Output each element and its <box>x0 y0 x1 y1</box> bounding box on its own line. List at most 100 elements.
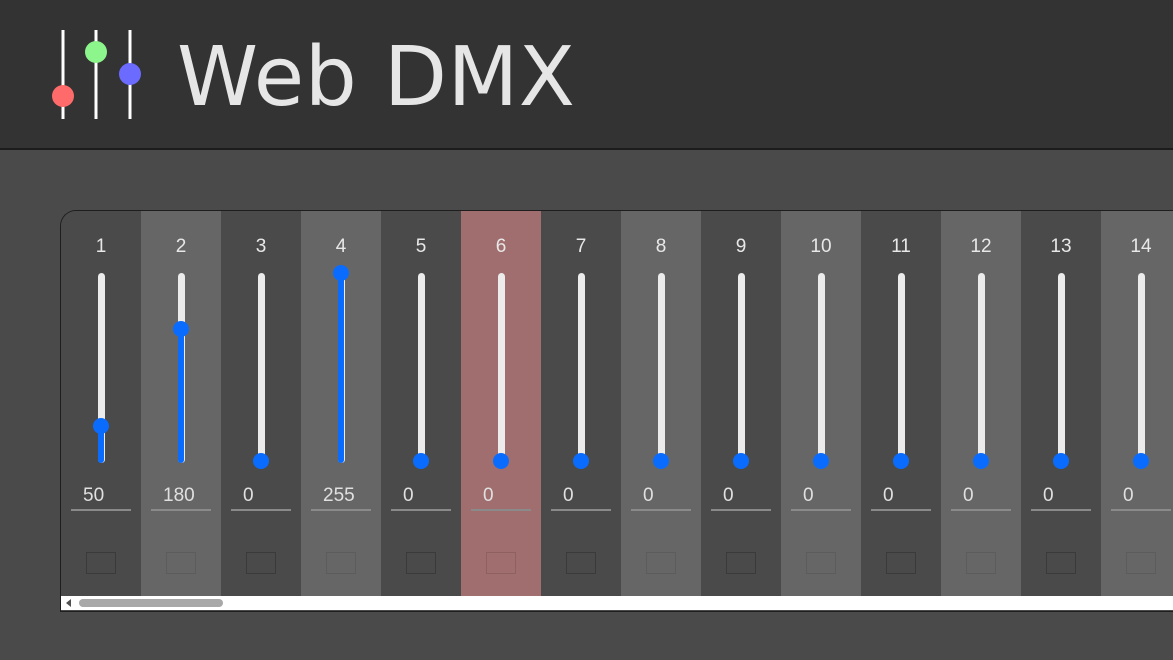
channel-select-checkbox[interactable] <box>886 552 916 574</box>
channel-value-input[interactable] <box>1031 483 1091 511</box>
app-title: Web DMX <box>177 30 576 125</box>
channel-slider[interactable] <box>1133 267 1149 469</box>
channel-value-input[interactable] <box>471 483 531 511</box>
slider-thumb[interactable] <box>973 453 989 469</box>
channel-slider[interactable] <box>1053 267 1069 469</box>
channel-number: 8 <box>655 236 667 257</box>
channel-slider[interactable] <box>893 267 909 469</box>
logo-blue-knob <box>119 63 141 85</box>
slider-fill <box>338 273 344 463</box>
slider-thumb[interactable] <box>413 453 429 469</box>
scroll-left-arrow-icon[interactable] <box>66 599 71 607</box>
channel-value-input[interactable] <box>951 483 1011 511</box>
channel-slider[interactable] <box>653 267 669 469</box>
channel-select-checkbox[interactable] <box>86 552 116 574</box>
channel-9[interactable]: 9 <box>701 211 781 596</box>
channel-select-checkbox[interactable] <box>966 552 996 574</box>
channel-7[interactable]: 7 <box>541 211 621 596</box>
slider-thumb[interactable] <box>1133 453 1149 469</box>
channel-number: 6 <box>495 236 507 257</box>
channel-value-input[interactable] <box>71 483 131 511</box>
channel-slider[interactable] <box>173 267 189 469</box>
channel-12[interactable]: 12 <box>941 211 1021 596</box>
channel-4[interactable]: 4 <box>301 211 381 596</box>
channel-slider[interactable] <box>93 267 109 469</box>
slider-track <box>417 273 425 463</box>
channel-value-input[interactable] <box>631 483 691 511</box>
channel-value-input[interactable] <box>791 483 851 511</box>
channel-number: 1 <box>95 236 107 257</box>
scrollbar-thumb[interactable] <box>79 599 223 607</box>
horizontal-scrollbar[interactable] <box>61 596 1173 610</box>
slider-track <box>577 273 585 463</box>
channel-list: 1234567891011121314 <box>61 211 1173 596</box>
channel-6[interactable]: 6 <box>461 211 541 596</box>
channel-panel: 1234567891011121314 <box>60 210 1173 612</box>
channel-number: 2 <box>175 236 187 257</box>
slider-thumb[interactable] <box>653 453 669 469</box>
slider-fill <box>178 328 184 463</box>
channel-slider[interactable] <box>733 267 749 469</box>
mixer-sliders-logo-icon <box>52 30 141 119</box>
channel-11[interactable]: 11 <box>861 211 941 596</box>
channel-slider[interactable] <box>333 265 349 469</box>
slider-track <box>737 273 745 463</box>
channel-13[interactable]: 13 <box>1021 211 1101 596</box>
channel-number: 9 <box>735 236 747 257</box>
channel-5[interactable]: 5 <box>381 211 461 596</box>
slider-track <box>657 273 665 463</box>
slider-track <box>1137 273 1145 463</box>
slider-thumb[interactable] <box>493 453 509 469</box>
channel-8[interactable]: 8 <box>621 211 701 596</box>
slider-thumb[interactable] <box>253 453 269 469</box>
channel-select-checkbox[interactable] <box>1126 552 1156 574</box>
app-header: Web DMX <box>0 0 1173 150</box>
channel-slider[interactable] <box>813 267 829 469</box>
slider-thumb[interactable] <box>173 320 189 337</box>
channel-14[interactable]: 14 <box>1101 211 1173 596</box>
channel-select-checkbox[interactable] <box>806 552 836 574</box>
channel-value-input[interactable] <box>1111 483 1171 511</box>
channel-slider[interactable] <box>973 267 989 469</box>
slider-thumb[interactable] <box>573 453 589 469</box>
channel-number: 7 <box>575 236 587 257</box>
channel-select-checkbox[interactable] <box>246 552 276 574</box>
slider-thumb[interactable] <box>93 417 109 434</box>
channel-value-input[interactable] <box>311 483 371 511</box>
channel-value-input[interactable] <box>231 483 291 511</box>
channel-1[interactable]: 1 <box>61 211 141 596</box>
channel-number: 3 <box>255 236 267 257</box>
channel-select-checkbox[interactable] <box>1046 552 1076 574</box>
channel-value-input[interactable] <box>151 483 211 511</box>
slider-thumb[interactable] <box>733 453 749 469</box>
channel-3[interactable]: 3 <box>221 211 301 596</box>
channel-slider[interactable] <box>413 267 429 469</box>
channel-value-input[interactable] <box>551 483 611 511</box>
channel-select-checkbox[interactable] <box>726 552 756 574</box>
channel-2[interactable]: 2 <box>141 211 221 596</box>
channel-slider[interactable] <box>573 267 589 469</box>
slider-track <box>257 273 265 463</box>
channel-slider[interactable] <box>493 267 509 469</box>
channel-select-checkbox[interactable] <box>646 552 676 574</box>
channel-number: 13 <box>1050 236 1072 257</box>
channel-select-checkbox[interactable] <box>406 552 436 574</box>
channel-number: 12 <box>970 236 992 257</box>
channel-select-checkbox[interactable] <box>566 552 596 574</box>
slider-track <box>977 273 985 463</box>
slider-thumb[interactable] <box>893 453 909 469</box>
slider-thumb[interactable] <box>1053 453 1069 469</box>
channel-select-checkbox[interactable] <box>486 552 516 574</box>
channel-value-input[interactable] <box>711 483 771 511</box>
channel-10[interactable]: 10 <box>781 211 861 596</box>
slider-thumb[interactable] <box>813 453 829 469</box>
channel-number: 14 <box>1130 236 1152 257</box>
channel-slider[interactable] <box>253 267 269 469</box>
channel-number: 10 <box>810 236 832 257</box>
channel-select-checkbox[interactable] <box>326 552 356 574</box>
slider-thumb[interactable] <box>333 265 349 281</box>
slider-track <box>497 273 505 463</box>
channel-select-checkbox[interactable] <box>166 552 196 574</box>
channel-value-input[interactable] <box>391 483 451 511</box>
channel-value-input[interactable] <box>871 483 931 511</box>
